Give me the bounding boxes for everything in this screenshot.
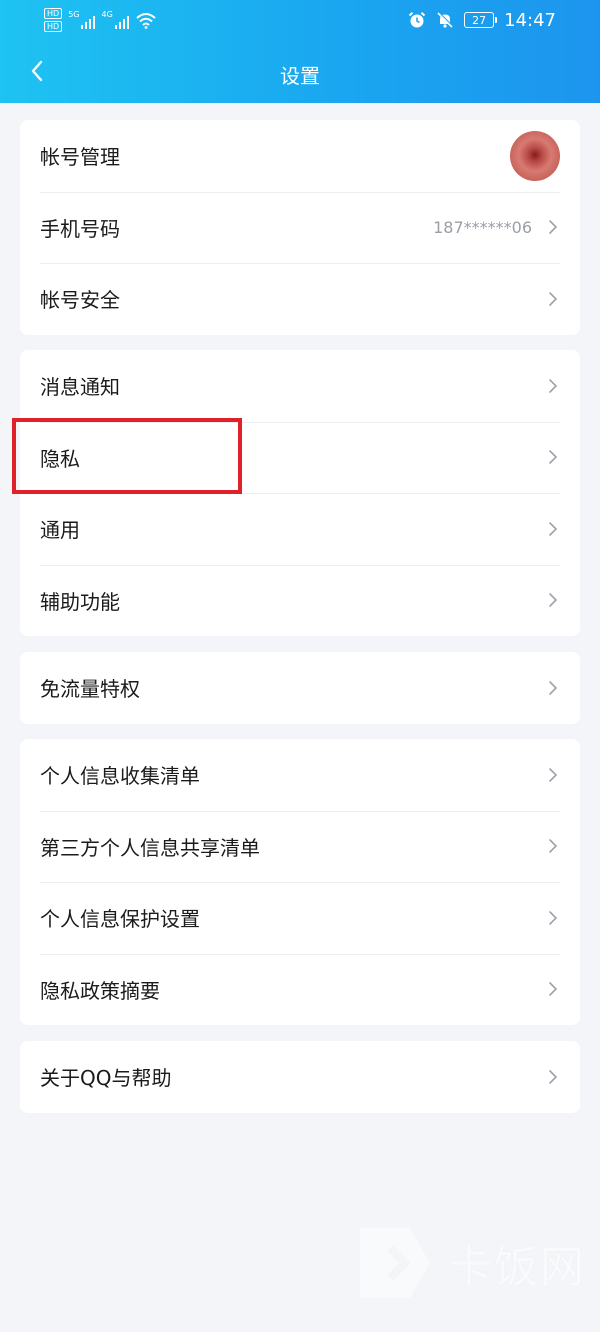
chevron-right-icon [546, 910, 560, 926]
free-data-item[interactable]: 免流量特权 [20, 652, 580, 724]
info-protection-settings-item[interactable]: 个人信息保护设置 [20, 882, 580, 954]
info-collection-list-label: 个人信息收集清单 [40, 764, 200, 789]
wifi-icon [136, 13, 156, 29]
chevron-right-icon [546, 767, 560, 783]
chevron-right-icon [546, 981, 560, 997]
hd-badge-2: HD [44, 21, 63, 32]
notifications-item[interactable]: 消息通知 [20, 350, 580, 422]
phone-number-value: 187******06 [433, 217, 532, 237]
phone-number-label: 手机号码 [40, 216, 120, 241]
chevron-right-icon [546, 219, 560, 235]
chevron-right-icon [546, 1069, 560, 1085]
accessibility-label: 辅助功能 [40, 589, 120, 614]
general-settings-group: 消息通知 隐私 通用 辅助功能 [20, 350, 580, 636]
chevron-right-icon [546, 449, 560, 465]
personal-info-group: 个人信息收集清单 第三方个人信息共享清单 个人信息保护设置 隐私政策摘要 [20, 739, 580, 1025]
mute-bell-icon [437, 11, 454, 28]
about-help-label: 关于QQ与帮助 [40, 1066, 172, 1091]
account-group: 帐号管理 手机号码 187******06 帐号安全 [20, 120, 580, 335]
third-party-sharing-list-item[interactable]: 第三方个人信息共享清单 [20, 810, 580, 883]
privacy-item[interactable]: 隐私 [20, 421, 580, 494]
sim1-network-label: 5G [68, 10, 80, 19]
phone-number-item[interactable]: 手机号码 187******06 [20, 191, 580, 264]
chevron-right-icon [546, 291, 560, 307]
chevron-right-icon [546, 838, 560, 854]
account-security-label: 帐号安全 [40, 288, 120, 313]
notifications-label: 消息通知 [40, 375, 120, 400]
nav-bar: 设置 [0, 46, 600, 100]
alarm-icon [408, 12, 426, 28]
signal-icon-sim1: 5G [68, 10, 96, 29]
free-data-label: 免流量特权 [40, 677, 140, 702]
chevron-right-icon [546, 521, 560, 537]
chevron-right-icon [546, 592, 560, 608]
signal-icon-sim2: 4G [101, 10, 129, 29]
about-help-item[interactable]: 关于QQ与帮助 [20, 1041, 580, 1113]
hd-badge-1: HD [44, 8, 63, 19]
account-management-item[interactable]: 帐号管理 [20, 120, 580, 192]
avatar [510, 130, 560, 181]
third-party-sharing-list-label: 第三方个人信息共享清单 [40, 835, 260, 860]
info-protection-settings-label: 个人信息保护设置 [40, 907, 200, 932]
chevron-right-icon [546, 378, 560, 394]
watermark: 卡饭网 [350, 1218, 586, 1308]
privacy-policy-summary-label: 隐私政策摘要 [40, 978, 160, 1003]
about-group: 关于QQ与帮助 [20, 1041, 580, 1113]
data-privilege-group: 免流量特权 [20, 652, 580, 724]
privacy-label: 隐私 [40, 446, 80, 471]
status-indicators: 27 14:47 [408, 8, 556, 32]
general-item[interactable]: 通用 [20, 493, 580, 565]
watermark-logo-icon [360, 1228, 430, 1298]
account-management-label: 帐号管理 [40, 145, 120, 170]
watermark-text: 卡饭网 [448, 1242, 586, 1293]
info-collection-list-item[interactable]: 个人信息收集清单 [20, 739, 580, 811]
battery-icon: 27 [464, 12, 498, 28]
sim2-network-label: 4G [101, 10, 113, 19]
accessibility-item[interactable]: 辅助功能 [20, 564, 580, 637]
status-clock: 14:47 [504, 9, 556, 31]
account-security-item[interactable]: 帐号安全 [20, 263, 580, 335]
page-title: 设置 [280, 64, 320, 88]
privacy-policy-summary-item[interactable]: 隐私政策摘要 [20, 953, 580, 1026]
header-bar: HD HD 5G 4G 27 14:47 设置 [0, 0, 600, 103]
hd-badges: HD HD [44, 8, 63, 32]
chevron-right-icon [546, 680, 560, 696]
network-indicators: HD HD 5G 4G [44, 6, 157, 34]
general-label: 通用 [40, 518, 80, 543]
status-bar: HD HD 5G 4G 27 14:47 [0, 0, 600, 40]
